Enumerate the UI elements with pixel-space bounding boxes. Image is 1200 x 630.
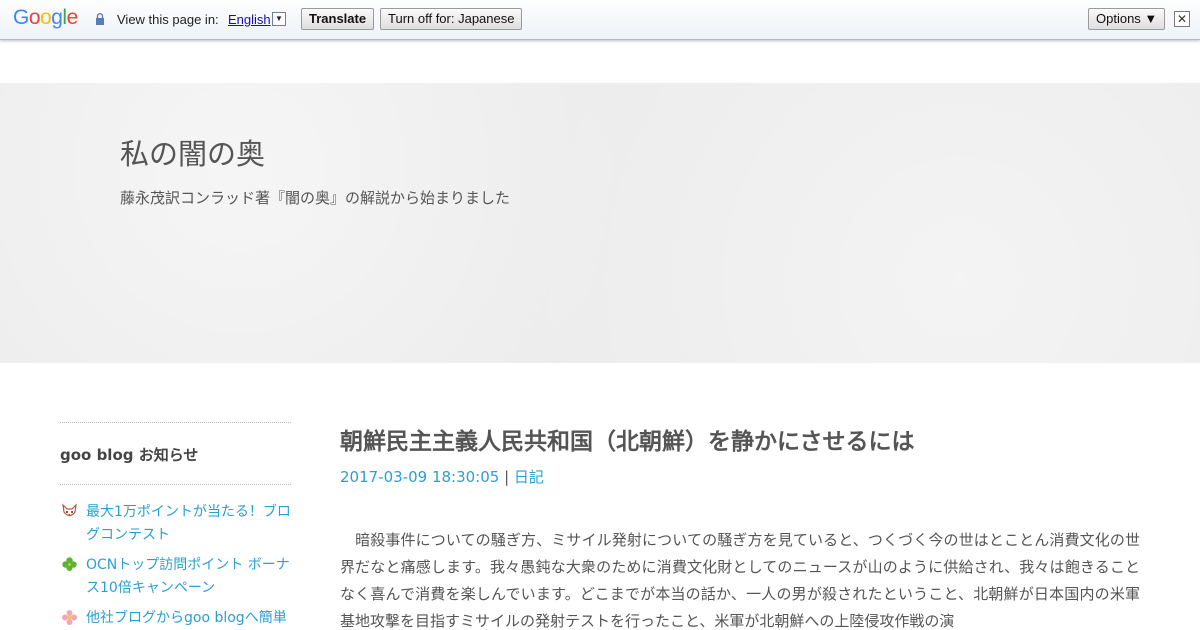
post-title[interactable]: 朝鮮民主主義人民共和国（北朝鮮）を静かにさせるには — [340, 424, 1140, 460]
news-item-label: OCNトップ訪問ポイント ボーナス10倍キャンペーン — [86, 557, 290, 596]
turn-off-button[interactable]: Turn off for: Japanese — [380, 8, 523, 30]
news-item-label: 最大1万ポイントが当たる！ブログコンテスト — [86, 504, 291, 543]
options-button[interactable]: Options ▼ — [1088, 8, 1166, 30]
translate-button[interactable]: Translate — [301, 8, 375, 30]
sidebar: goo blog お知らせ 最大1万ポイントが当たる！ブログコンテスト OCNト… — [60, 422, 291, 630]
post-body: 暗殺事件についての騒ぎ方、ミサイル発射についての騒ぎ方を見ていると、つくづく今の… — [340, 531, 1140, 630]
google-logo: Google — [13, 6, 78, 29]
meta-separator: | — [499, 468, 514, 486]
language-link[interactable]: English — [228, 12, 271, 27]
close-icon[interactable]: ✕ — [1174, 11, 1190, 27]
post-meta: 2017-03-09 18:30:05 | 日記 — [340, 466, 1140, 487]
news-item[interactable]: 他社ブログからgoo blogへ簡単 — [60, 607, 291, 630]
post-datetime-link[interactable]: 2017-03-09 18:30:05 — [340, 468, 499, 486]
post-category-link[interactable]: 日記 — [514, 468, 544, 486]
blog-post: 朝鮮民主主義人民共和国（北朝鮮）を静かにさせるには 2017-03-09 18:… — [340, 424, 1140, 630]
blog-title[interactable]: 私の闇の奥 — [120, 131, 265, 173]
news-list: 最大1万ポイントが当たる！ブログコンテスト OCNトップ訪問ポイント ボーナス1… — [60, 485, 291, 630]
news-item[interactable]: OCNトップ訪問ポイント ボーナス10倍キャンペーン — [60, 554, 291, 600]
translate-bar: Google View this page in: English ▼ Tran… — [0, 0, 1200, 40]
blog-description: 藤永茂訳コンラッド著『闇の奥』の解説から始まりました — [120, 189, 511, 207]
lock-icon — [96, 13, 104, 25]
news-item[interactable]: 最大1万ポイントが当たる！ブログコンテスト — [60, 501, 291, 547]
clover-icon — [62, 557, 77, 571]
flower-icon — [62, 610, 77, 625]
fox-icon — [62, 503, 77, 517]
view-in-label: View this page in: — [117, 12, 219, 27]
news-item-label: 他社ブログからgoo blogへ簡単 — [86, 610, 287, 626]
blog-header: 私の闇の奥 藤永茂訳コンラッド著『闇の奥』の解説から始まりました — [0, 83, 1200, 363]
language-dropdown-icon[interactable]: ▼ — [272, 12, 286, 26]
sidebar-heading: goo blog お知らせ — [60, 446, 199, 464]
